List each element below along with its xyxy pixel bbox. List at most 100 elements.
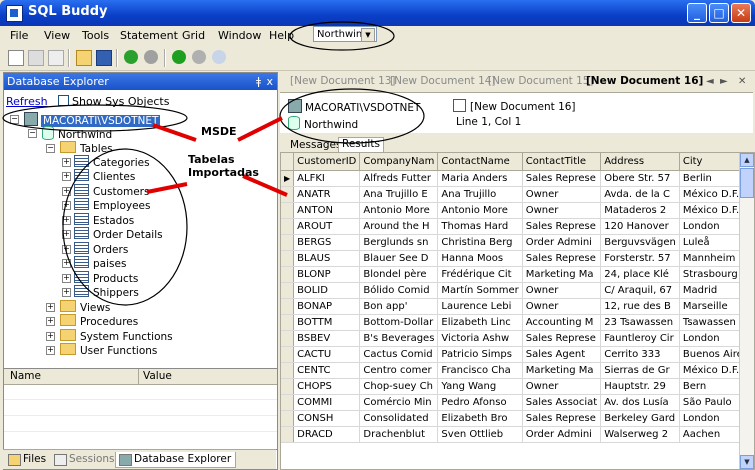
- menu-statement[interactable]: Statement: [120, 29, 178, 42]
- table-cell[interactable]: Ana Trujillo: [437, 186, 523, 203]
- collapse-toggle[interactable]: −: [46, 144, 55, 153]
- table-cell[interactable]: Obere Str. 57: [600, 170, 680, 187]
- table-cell[interactable]: Yang Wang: [437, 378, 523, 395]
- vertical-scrollbar[interactable]: ▲ ▼: [739, 153, 754, 469]
- row-header[interactable]: [281, 266, 295, 283]
- table-cell[interactable]: ANTON: [293, 202, 361, 219]
- table-cell[interactable]: Victoria Ashw: [437, 330, 523, 347]
- table-cell[interactable]: Order Admini: [522, 426, 602, 443]
- row-header[interactable]: [281, 346, 295, 363]
- table-cell[interactable]: Cactus Comid: [359, 346, 439, 363]
- table-cell[interactable]: Comércio Min: [359, 394, 439, 411]
- table-cell[interactable]: Mataderos 2: [600, 202, 680, 219]
- expand-toggle[interactable]: +: [62, 245, 71, 254]
- table-cell[interactable]: Sales Agent: [522, 346, 602, 363]
- table-cell[interactable]: BLAUS: [293, 250, 361, 267]
- table-cell[interactable]: Ana Trujillo E: [359, 186, 439, 203]
- table-cell[interactable]: Pedro Afonso: [437, 394, 523, 411]
- open-folder-icon[interactable]: [76, 50, 92, 66]
- table-cell[interactable]: Walserweg 2: [600, 426, 680, 443]
- scroll-left-icon[interactable]: ◄: [706, 76, 714, 87]
- show-sys-objects-checkbox[interactable]: Show Sys Objects: [58, 95, 169, 108]
- table-cell[interactable]: Antonio More: [359, 202, 439, 219]
- table-row[interactable]: CACTU Cactus Comid Patricio Simps Sales Age…: [281, 346, 754, 363]
- tree-procedures-folder[interactable]: Procedures: [60, 314, 138, 328]
- table-cell[interactable]: Around the H: [359, 218, 439, 235]
- expand-toggle[interactable]: +: [62, 259, 71, 268]
- tab-sessions[interactable]: Sessions: [51, 452, 119, 467]
- expand-toggle[interactable]: +: [62, 201, 71, 210]
- expand-toggle[interactable]: +: [62, 216, 71, 225]
- expand-toggle[interactable]: +: [62, 158, 71, 167]
- table-cell[interactable]: ANATR: [293, 186, 361, 203]
- table-cell[interactable]: Alfreds Futter: [359, 170, 439, 187]
- table-cell[interactable]: BSBEV: [293, 330, 361, 347]
- table-row[interactable]: AROUT Around the H Thomas Hard Sales Repres…: [281, 218, 754, 235]
- row-header[interactable]: [281, 362, 295, 379]
- scroll-right-icon[interactable]: ►: [720, 76, 728, 87]
- panel-close-icon[interactable]: x: [266, 73, 273, 90]
- row-header[interactable]: [281, 218, 295, 235]
- table-row[interactable]: COMMI Comércio Min Pedro Afonso Sales Assoc…: [281, 394, 754, 411]
- table-cell[interactable]: C/ Araquil, 67: [600, 282, 680, 299]
- table-row[interactable]: BERGS Berglunds sn Christina Berg Order Adm…: [281, 234, 754, 251]
- menu-window[interactable]: Window: [218, 29, 261, 42]
- table-cell[interactable]: Avda. de la C: [600, 186, 680, 203]
- column-header[interactable]: Address: [600, 153, 680, 171]
- tree-table[interactable]: Clientes: [74, 169, 135, 183]
- table-row[interactable]: BOLID Bólido Comid Martín Sommer Owner C/ Ar…: [281, 282, 754, 299]
- table-row[interactable]: BLAUS Blauer See D Hanna Moos Sales Represe…: [281, 250, 754, 267]
- table-row[interactable]: ANATR Ana Trujillo E Ana Trujillo Owner Avda…: [281, 186, 754, 203]
- tab-new-document-15[interactable]: [New Document 15]: [488, 75, 594, 87]
- tree-views-folder[interactable]: Views: [60, 300, 110, 314]
- table-cell[interactable]: 24, place Klé: [600, 266, 680, 283]
- table-cell[interactable]: Marketing Ma: [522, 362, 602, 379]
- expand-toggle[interactable]: +: [46, 332, 55, 341]
- refresh-link[interactable]: Refresh: [6, 95, 48, 108]
- expand-toggle[interactable]: +: [62, 230, 71, 239]
- scroll-up-icon[interactable]: ▲: [740, 153, 754, 167]
- table-cell[interactable]: BONAP: [293, 298, 361, 315]
- table-cell[interactable]: Cerrito 333: [600, 346, 680, 363]
- table-cell[interactable]: Sierras de Gr: [600, 362, 680, 379]
- expand-toggle[interactable]: +: [62, 274, 71, 283]
- table-cell[interactable]: Order Admini: [522, 234, 602, 251]
- row-header[interactable]: [281, 234, 295, 251]
- close-document-icon[interactable]: ✕: [738, 76, 746, 87]
- tab-new-document-14[interactable]: [New Document 14]: [390, 75, 496, 87]
- table-cell[interactable]: ALFKI: [293, 170, 361, 187]
- pin-icon[interactable]: ǂ: [256, 73, 261, 90]
- table-cell[interactable]: Fauntleroy Cir: [600, 330, 680, 347]
- table-row[interactable]: CONSH Consolidated Elizabeth Bro Sales Repr…: [281, 410, 754, 427]
- column-header[interactable]: ContactTitle: [522, 153, 602, 171]
- row-header[interactable]: [281, 314, 295, 331]
- table-cell[interactable]: 23 Tsawassen: [600, 314, 680, 331]
- minimize-button[interactable]: _: [687, 3, 707, 23]
- tab-results[interactable]: Results: [338, 137, 384, 152]
- row-header[interactable]: [281, 330, 295, 347]
- table-cell[interactable]: Francisco Cha: [437, 362, 523, 379]
- table-cell[interactable]: Sales Represe: [522, 250, 602, 267]
- row-header[interactable]: [281, 426, 295, 443]
- table-cell[interactable]: Av. dos Lusía: [600, 394, 680, 411]
- edit-icon[interactable]: [28, 50, 44, 66]
- tab-new-document-13[interactable]: [New Document 13]: [290, 75, 396, 87]
- table-cell[interactable]: Antonio More: [437, 202, 523, 219]
- document-icon[interactable]: [48, 50, 64, 66]
- table-cell[interactable]: Sales Represe: [522, 218, 602, 235]
- table-cell[interactable]: Berguvsvägen: [600, 234, 680, 251]
- table-cell[interactable]: CACTU: [293, 346, 361, 363]
- menu-tools[interactable]: Tools: [82, 29, 109, 42]
- menu-grid[interactable]: Grid: [182, 29, 205, 42]
- table-cell[interactable]: Centro comer: [359, 362, 439, 379]
- tree-table[interactable]: paises: [74, 256, 126, 270]
- table-cell[interactable]: CONSH: [293, 410, 361, 427]
- table-cell[interactable]: Maria Anders: [437, 170, 523, 187]
- table-cell[interactable]: Patricio Simps: [437, 346, 523, 363]
- table-cell[interactable]: AROUT: [293, 218, 361, 235]
- table-cell[interactable]: Accounting M: [522, 314, 602, 331]
- tab-new-document-16[interactable]: [New Document 16]: [586, 75, 703, 87]
- table-cell[interactable]: Owner: [522, 298, 602, 315]
- new-query-icon[interactable]: [8, 50, 24, 66]
- stop-icon[interactable]: [192, 50, 206, 64]
